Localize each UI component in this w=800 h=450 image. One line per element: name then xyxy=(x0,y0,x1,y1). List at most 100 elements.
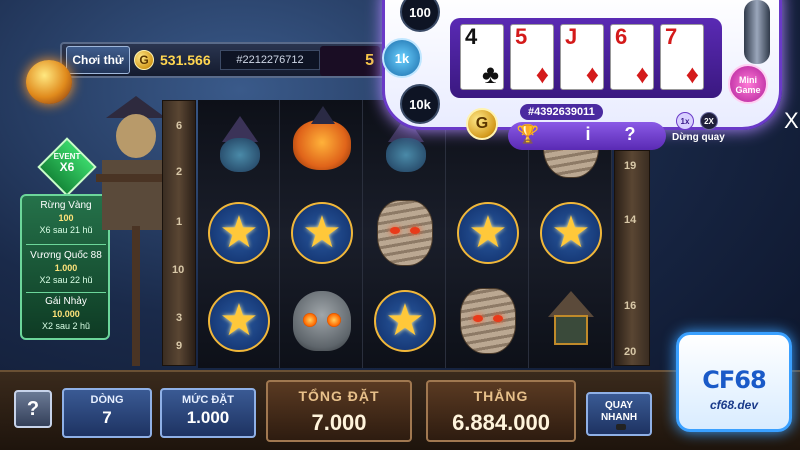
mummy-icon xyxy=(460,288,516,354)
lines-label: DÒNG xyxy=(90,394,124,406)
reel-column: ★ xyxy=(281,100,363,368)
mini-game-button[interactable]: Mini Game xyxy=(728,64,768,104)
win-value: 6.884.000 xyxy=(452,410,550,435)
toggle-indicator xyxy=(616,424,626,430)
playing-card: J ♦ xyxy=(560,24,604,90)
total-bet-label: TỔNG ĐẶT xyxy=(298,388,380,404)
jackpot-name: Rừng Vàng xyxy=(40,200,92,211)
logo-url: cf68.dev xyxy=(709,398,759,412)
right-pillar xyxy=(614,150,650,366)
jackpot-item[interactable]: Gái Nhảy 10.000 X2 sau 2 hũ xyxy=(26,296,106,332)
mummy-symbol xyxy=(370,198,440,268)
payline-number: 16 xyxy=(624,300,637,312)
payline-number: 14 xyxy=(624,214,637,226)
trophy-icon[interactable]: 🏆 xyxy=(516,124,540,145)
help-button[interactable]: ? xyxy=(14,390,52,428)
card-rank: 6 xyxy=(615,24,628,49)
card-rank: 7 xyxy=(665,24,678,49)
total-bet-value: 7.000 xyxy=(311,410,367,435)
card-suit-icon: ♦ xyxy=(535,59,549,89)
jackpot-amount: 100 xyxy=(58,213,74,223)
help-icon[interactable]: ? xyxy=(618,124,642,145)
playing-card: 6 ♦ xyxy=(610,24,654,90)
divider xyxy=(26,244,106,245)
game-stage: { "header": { "play_label": "Chơi thử", … xyxy=(0,0,800,450)
jackpot-amount: 10.000 xyxy=(52,309,80,319)
speed-2x-button[interactable]: 2X xyxy=(700,112,718,130)
chip-10k-button[interactable]: 10k xyxy=(400,84,440,124)
jackpot-item[interactable]: Vương Quốc 88 1.000 X2 sau 22 hũ xyxy=(26,250,106,286)
jackpot-name: Gái Nhảy xyxy=(45,296,87,307)
payline-number: 10 xyxy=(172,264,185,276)
star-symbol: ★ xyxy=(204,198,274,268)
card-suit-icon: ♦ xyxy=(585,59,599,89)
card-suit-icon: ♦ xyxy=(685,59,699,89)
spin-coin-button[interactable]: G xyxy=(466,108,498,140)
mummy-icon xyxy=(377,200,433,266)
info-icon[interactable]: i xyxy=(576,124,600,145)
jackpot-name: Vương Quốc 88 xyxy=(30,250,102,261)
event-badge-text: EVENT X6 xyxy=(46,148,88,188)
witch-icon xyxy=(214,116,264,174)
session-id: #4392639011 xyxy=(520,104,603,120)
payline-number: 3 xyxy=(176,312,183,324)
payline-number: 1 xyxy=(176,216,183,228)
left-pillar xyxy=(162,100,196,366)
win-label: THẮNG xyxy=(473,388,529,404)
user-id: #2212276712 xyxy=(220,50,320,70)
stop-spin-label[interactable]: Dừng quay xyxy=(672,132,725,143)
speed-1x-button[interactable]: 1x xyxy=(676,112,694,130)
payline-number: 6 xyxy=(176,120,183,132)
payline-number: 2 xyxy=(176,166,183,178)
payline-number: 19 xyxy=(624,160,637,172)
pumpkin-icon xyxy=(293,120,351,170)
skull-icon xyxy=(293,291,351,351)
card-rank: 4 xyxy=(465,24,478,49)
jackpot-amount: 1.000 xyxy=(54,263,78,273)
divider xyxy=(26,292,106,293)
event-multiplier: X6 xyxy=(59,160,75,174)
star-icon: ★ xyxy=(208,202,270,264)
star-symbol: ★ xyxy=(453,198,523,268)
star-symbol: ★ xyxy=(287,198,357,268)
chip-1k-button[interactable]: 1k xyxy=(382,38,422,78)
close-icon[interactable]: X xyxy=(784,108,799,134)
jackpot-info: X2 sau 2 hũ xyxy=(41,321,91,331)
jackpot-item[interactable]: Rừng Vàng 100 X6 sau 21 hũ xyxy=(26,200,106,236)
payline-number: 20 xyxy=(624,346,637,358)
bet-level-selector[interactable]: MỨC ĐẶT 1.000 xyxy=(160,388,256,438)
mummy-symbol xyxy=(453,286,523,356)
payline-number: 9 xyxy=(176,340,183,352)
try-play-button[interactable]: Chơi thử xyxy=(66,46,130,74)
house-symbol xyxy=(536,286,606,356)
jackpot-display: 5 xyxy=(320,46,380,76)
quick-spin-button[interactable]: QUAY NHANH xyxy=(586,392,652,436)
star-icon: ★ xyxy=(374,290,436,352)
playing-card: 7 ♦ xyxy=(660,24,704,90)
star-icon: ★ xyxy=(540,202,602,264)
logo-text: CF68 xyxy=(702,366,766,394)
lines-selector[interactable]: DÒNG 7 xyxy=(62,388,152,438)
star-icon: ★ xyxy=(291,202,353,264)
star-icon: ★ xyxy=(208,290,270,352)
spin-lever[interactable] xyxy=(744,0,770,64)
card-rank: J xyxy=(565,24,578,49)
star-icon: ★ xyxy=(457,202,519,264)
win-display: THẮNG 6.884.000 xyxy=(426,380,576,442)
card-rank: 5 xyxy=(515,24,528,49)
star-symbol: ★ xyxy=(536,198,606,268)
playing-card: 4 ♣ xyxy=(460,24,504,90)
bet-level-value: 1.000 xyxy=(186,408,230,427)
card-suit-icon: ♦ xyxy=(635,59,649,89)
jackpot-trophy-icon[interactable] xyxy=(26,60,72,104)
pumpkin-symbol xyxy=(287,110,357,180)
haunted-house-icon xyxy=(544,291,598,351)
jackpot-info: X6 sau 21 hũ xyxy=(39,225,93,235)
jackpot-info: X2 sau 22 hũ xyxy=(39,275,93,285)
reel-column: ★ ★ xyxy=(198,100,280,368)
bet-level-label: MỨC ĐẶT xyxy=(182,394,234,406)
witch-symbol xyxy=(204,110,274,180)
lines-value: 7 xyxy=(102,408,112,427)
star-symbol: ★ xyxy=(204,286,274,356)
total-bet-display: TỔNG ĐẶT 7.000 xyxy=(266,380,412,442)
